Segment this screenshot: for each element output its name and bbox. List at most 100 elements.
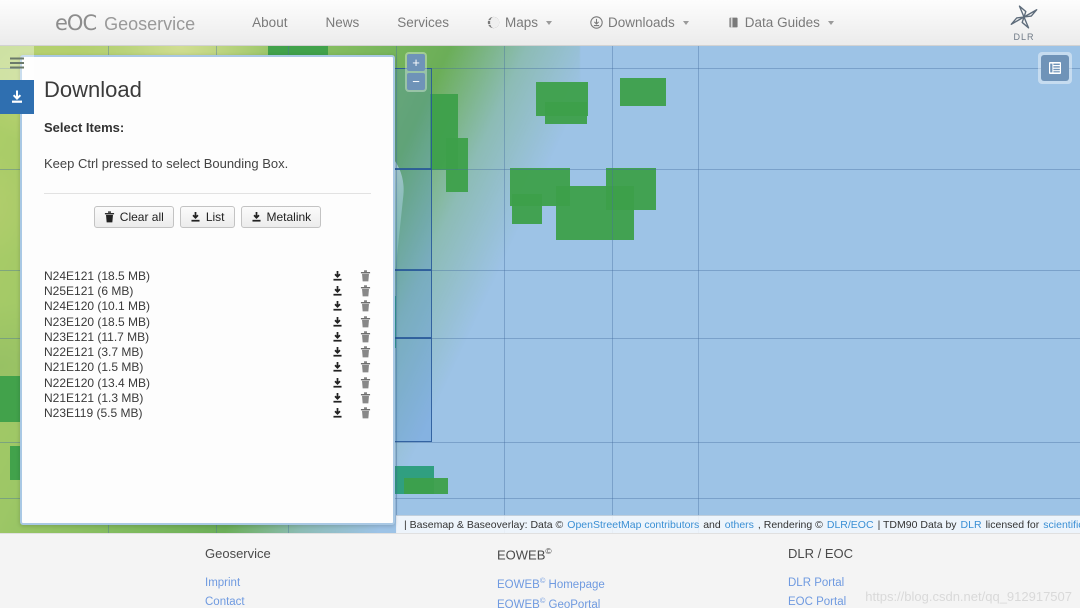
list-item-label: N21E120 (1.5 MB) — [44, 360, 144, 375]
copyright-superscript: © — [545, 546, 552, 556]
hamburger-menu-button[interactable] — [0, 46, 34, 80]
footer-link-eoweb-homepage[interactable]: EOWEB© Homepage — [497, 575, 605, 594]
list-item-label: N23E121 (11.7 MB) — [44, 329, 150, 344]
footer-link-contact[interactable]: Contact — [205, 593, 271, 608]
brand-logo-link[interactable]: eOC Geoservice — [55, 11, 195, 35]
list-item-label: N21E121 (1.3 MB) — [44, 391, 144, 406]
list-item[interactable]: N22E120 (13.4 MB) — [44, 375, 371, 390]
clear-all-label: Clear all — [119, 210, 164, 224]
nav-label-services: Services — [397, 15, 449, 30]
trash-icon[interactable] — [360, 315, 371, 328]
list-item[interactable]: N25E121 (6 MB) — [44, 283, 371, 298]
nav-label-data-guides: Data Guides — [744, 15, 820, 30]
attrib-link-dlr[interactable]: DLR — [961, 519, 982, 531]
download-icon[interactable] — [332, 392, 343, 404]
list-button[interactable]: List — [179, 206, 235, 228]
list-item-label: N23E120 (18.5 MB) — [44, 314, 151, 329]
list-item[interactable]: N24E121 (18.5 MB) — [44, 268, 371, 283]
download-icon — [12, 90, 22, 103]
attrib-mid3: | TDM90 Data by — [877, 518, 957, 531]
footer-heading-geoservice: Geoservice — [205, 546, 271, 561]
trash-icon[interactable] — [360, 392, 371, 404]
nav-label-news: News — [325, 15, 360, 30]
nav-item-news[interactable]: News — [306, 15, 378, 30]
eoc-logo-text: eOC — [55, 10, 97, 35]
list-item-label: N25E121 (6 MB) — [44, 283, 134, 298]
map-zoom-controls: + − — [405, 52, 427, 92]
download-icon[interactable] — [332, 331, 343, 343]
list-item[interactable]: N21E121 (1.3 MB) — [44, 390, 371, 405]
download-icon[interactable] — [332, 361, 343, 373]
nav-item-maps[interactable]: Maps — [468, 15, 571, 30]
list-item[interactable]: N23E119 (5.5 MB) — [44, 406, 371, 421]
list-item[interactable]: N21E120 (1.5 MB) — [44, 360, 371, 375]
top-navigation-bar: eOC Geoservice About News Services Maps … — [0, 0, 1080, 46]
trash-icon — [104, 211, 114, 223]
nav-label-about: About — [252, 15, 288, 30]
trash-icon[interactable] — [360, 377, 371, 389]
dlr-pinwheel-icon — [1010, 5, 1038, 29]
download-item-list: N24E121 (18.5 MB) N25E121 (6 MB) N24E120 (… — [22, 268, 393, 523]
footer-link-eoweb-geoportal[interactable]: EOWEB© GeoPortal — [497, 595, 605, 608]
download-icon — [191, 211, 200, 222]
hamburger-menu-icon — [10, 57, 24, 69]
chevron-down-icon — [546, 20, 552, 25]
footer-column-geoservice: Geoservice Imprint Contact Privacy — [205, 546, 271, 608]
download-circle-icon — [590, 16, 603, 29]
attrib-mid4: licensed for — [985, 518, 1040, 531]
footer-link-eoc-portal[interactable]: EOC Portal — [788, 593, 853, 608]
trash-icon[interactable] — [360, 407, 371, 419]
select-items-label: Select Items: — [44, 120, 125, 135]
metalink-button[interactable]: Metalink — [240, 206, 322, 228]
download-icon[interactable] — [332, 316, 343, 328]
nav-item-about[interactable]: About — [233, 15, 306, 30]
attrib-link-dlr-eoc[interactable]: DLR/EOC — [827, 519, 874, 531]
page-title: Download — [44, 77, 142, 102]
zoom-in-button[interactable]: + — [407, 54, 425, 71]
attrib-mid1: and — [703, 518, 721, 531]
page-footer: Geoservice Imprint Contact Privacy EOWEB… — [0, 533, 1080, 608]
footer-link-dlr-portal[interactable]: DLR Portal — [788, 574, 853, 593]
download-icon[interactable] — [332, 270, 343, 282]
map-attribution-bar: | Basemap & Baseoverlay: Data © OpenStre… — [396, 515, 1080, 533]
dlr-label: DLR — [1013, 32, 1035, 42]
zoom-out-button[interactable]: − — [407, 73, 425, 90]
download-icon[interactable] — [332, 377, 343, 389]
download-panel-header: Download Select Items: Keep Ctrl pressed… — [22, 57, 393, 171]
list-item[interactable]: N24E120 (10.1 MB) — [44, 299, 371, 314]
attrib-mid2: , Rendering © — [757, 518, 823, 531]
layers-icon — [1049, 62, 1061, 74]
list-item[interactable]: N23E120 (18.5 MB) — [44, 314, 371, 329]
footer-link-imprint[interactable]: Imprint — [205, 574, 271, 593]
bounding-box-hint: Keep Ctrl pressed to select Bounding Box… — [44, 156, 289, 171]
list-item-label: N22E121 (3.7 MB) — [44, 345, 144, 360]
attrib-link-others[interactable]: others — [725, 519, 754, 531]
download-icon[interactable] — [332, 300, 343, 312]
attrib-link-osm[interactable]: OpenStreetMap contributors — [567, 519, 699, 531]
trash-icon[interactable] — [360, 270, 371, 282]
list-item[interactable]: N23E121 (11.7 MB) — [44, 329, 371, 344]
footer-heading-dlr-eoc: DLR / EOC — [788, 546, 854, 561]
trash-icon[interactable] — [360, 285, 371, 297]
footer-column-eoweb: EOWEB© EOWEB© Homepage EOWEB© GeoPortal — [497, 546, 605, 608]
nav-item-data-guides[interactable]: Data Guides — [708, 15, 853, 30]
trash-icon[interactable] — [360, 331, 371, 343]
trash-icon[interactable] — [360, 300, 371, 312]
download-icon[interactable] — [332, 346, 343, 358]
nav-item-services[interactable]: Services — [378, 15, 468, 30]
list-label: List — [205, 210, 225, 224]
attrib-link-scientific-use[interactable]: scientific use — [1043, 519, 1080, 531]
layers-button[interactable] — [1038, 52, 1072, 84]
download-panel-button[interactable] — [0, 80, 34, 114]
list-item[interactable]: N22E121 (3.7 MB) — [44, 344, 371, 359]
trash-icon[interactable] — [360, 361, 371, 373]
download-icon[interactable] — [332, 407, 343, 419]
list-item-label: N22E120 (13.4 MB) — [44, 375, 151, 390]
dlr-logo[interactable]: DLR — [996, 5, 1052, 42]
left-rail — [0, 46, 34, 114]
nav-item-downloads[interactable]: Downloads — [571, 15, 708, 30]
trash-icon[interactable] — [360, 346, 371, 358]
clear-all-button[interactable]: Clear all — [93, 206, 174, 228]
globe-icon — [487, 16, 500, 29]
download-icon[interactable] — [332, 285, 343, 297]
